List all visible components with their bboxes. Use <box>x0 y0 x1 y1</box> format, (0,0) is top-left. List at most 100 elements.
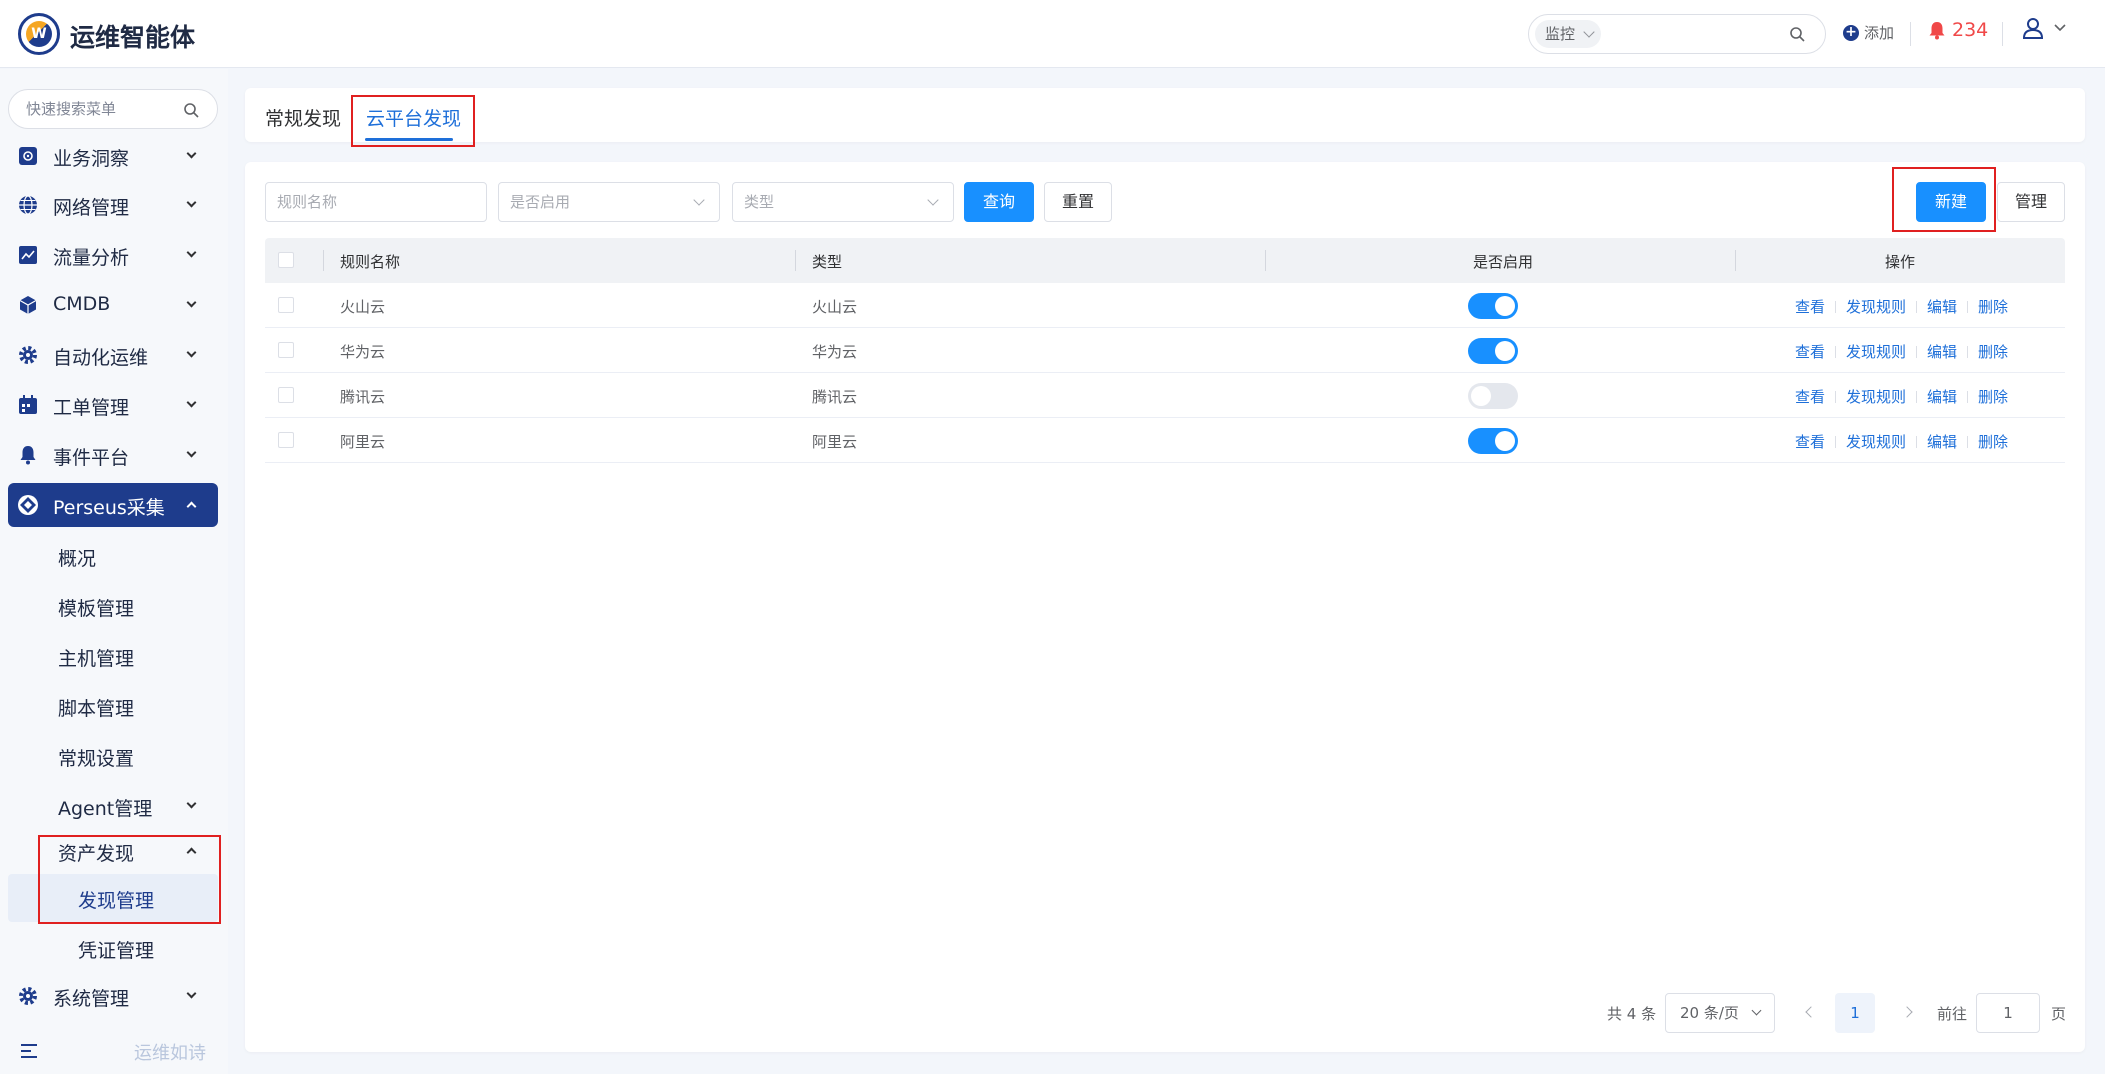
page-size-select[interactable]: 20 条/页 <box>1665 993 1775 1033</box>
action-separator <box>1916 390 1918 403</box>
sub-item-credentials[interactable]: 凭证管理 <box>8 924 218 972</box>
search-icon[interactable] <box>1789 26 1805 42</box>
action-separator <box>1835 300 1837 313</box>
sidebar: 业务洞察 网络管理 流量分析 CMDB 自动化运维 工单管理 事件平台 Pers… <box>0 69 228 1074</box>
nav-item-events[interactable]: 事件平台 <box>8 433 218 477</box>
sidebar-slogan: 运维如诗 <box>134 1043 206 1064</box>
edit-link[interactable]: 编辑 <box>1927 386 1957 407</box>
row-actions: 查看 发现规则 编辑 删除 <box>1795 386 2008 407</box>
total-count: 共 4 条 <box>1607 1005 1657 1023</box>
logo-mark: W <box>26 21 52 47</box>
enabled-toggle[interactable] <box>1468 338 1518 364</box>
collapse-menu-icon[interactable] <box>20 1043 38 1059</box>
sub-label: 凭证管理 <box>78 940 155 962</box>
sub-item-agent[interactable]: Agent管理 <box>8 784 218 828</box>
nav-label: 自动化运维 <box>53 347 149 369</box>
enabled-toggle[interactable] <box>1468 383 1518 409</box>
top-header: W 运维智能体 监控 + 添加 234 <box>0 0 2105 68</box>
sub-item-templates[interactable]: 模板管理 <box>8 584 218 628</box>
add-button[interactable]: + 添加 <box>1843 22 1894 43</box>
app-title: 运维智能体 <box>70 23 196 52</box>
view-link[interactable]: 查看 <box>1795 431 1825 452</box>
chevron-down-icon <box>693 194 705 206</box>
discovery-rule-link[interactable]: 发现规则 <box>1846 341 1906 362</box>
sub-item-overview[interactable]: 概况 <box>8 534 218 578</box>
gear-icon <box>19 987 37 1005</box>
sub-label: 主机管理 <box>58 648 135 670</box>
edit-link[interactable]: 编辑 <box>1927 341 1957 362</box>
nav-item-business-insight[interactable]: 业务洞察 <box>8 134 218 178</box>
search-scope-label: 监控 <box>1545 25 1576 43</box>
toggle-knob <box>1495 431 1515 451</box>
page-number[interactable]: 1 <box>1835 993 1875 1033</box>
discovery-rule-link[interactable]: 发现规则 <box>1846 386 1906 407</box>
chevron-down-icon <box>1751 1005 1762 1016</box>
gear-icon <box>19 346 37 364</box>
edit-link[interactable]: 编辑 <box>1927 296 1957 317</box>
discovery-rule-link[interactable]: 发现规则 <box>1846 296 1906 317</box>
search-scope-select[interactable]: 监控 <box>1535 20 1602 48</box>
globe-icon <box>19 195 37 215</box>
discovery-rule-link[interactable]: 发现规则 <box>1846 431 1906 452</box>
nav-item-cmdb[interactable]: CMDB <box>8 283 218 327</box>
menu-search-input[interactable] <box>26 90 186 128</box>
sub-item-scripts[interactable]: 脚本管理 <box>8 684 218 728</box>
user-menu[interactable] <box>2022 17 2066 39</box>
calendar-icon <box>19 395 37 414</box>
search-icon[interactable] <box>183 102 199 118</box>
view-link[interactable]: 查看 <box>1795 386 1825 407</box>
nav-item-automation[interactable]: 自动化运维 <box>8 333 218 377</box>
action-separator <box>1967 390 1969 403</box>
tab-regular-discovery[interactable]: 常规发现 <box>265 104 341 131</box>
toggle-knob <box>1495 341 1515 361</box>
enabled-select-placeholder: 是否启用 <box>510 193 571 211</box>
delete-link[interactable]: 删除 <box>1978 386 2008 407</box>
global-search[interactable]: 监控 <box>1528 14 1826 54</box>
nav-label: 事件平台 <box>53 447 130 469</box>
delete-link[interactable]: 删除 <box>1978 296 2008 317</box>
sub-item-settings[interactable]: 常规设置 <box>8 734 218 778</box>
delete-link[interactable]: 删除 <box>1978 341 2008 362</box>
select-all-checkbox[interactable] <box>278 252 294 268</box>
alarm-indicator[interactable]: 234 <box>1928 19 1988 41</box>
app-logo[interactable]: W <box>18 13 60 55</box>
alarm-count: 234 <box>1952 19 1989 41</box>
nav-item-system[interactable]: 系统管理 <box>8 974 218 1018</box>
perseus-icon <box>18 495 38 515</box>
nav-item-tickets[interactable]: 工单管理 <box>8 383 218 427</box>
action-separator <box>1835 390 1837 403</box>
reset-button[interactable]: 重置 <box>1044 182 1112 222</box>
nav-item-network[interactable]: 网络管理 <box>8 183 218 227</box>
rule-name-cell: 火山云 <box>340 298 386 316</box>
sub-item-hosts[interactable]: 主机管理 <box>8 634 218 678</box>
next-page-icon[interactable] <box>1901 1006 1913 1018</box>
type-select[interactable]: 类型 <box>732 182 954 222</box>
user-icon <box>2022 18 2044 39</box>
row-checkbox[interactable] <box>278 387 294 403</box>
delete-link[interactable]: 删除 <box>1978 431 2008 452</box>
action-separator <box>1967 300 1969 313</box>
row-actions: 查看 发现规则 编辑 删除 <box>1795 296 2008 317</box>
toggle-knob <box>1471 386 1491 406</box>
nav-item-perseus[interactable]: Perseus采集 <box>8 483 218 527</box>
nav-item-traffic[interactable]: 流量分析 <box>8 233 218 277</box>
menu-search[interactable] <box>8 89 218 129</box>
row-checkbox[interactable] <box>278 297 294 313</box>
table-row: 阿里云 阿里云 查看 发现规则 编辑 删除 <box>265 418 2065 463</box>
enabled-select[interactable]: 是否启用 <box>498 182 720 222</box>
sub-label: Agent管理 <box>58 798 153 820</box>
row-checkbox[interactable] <box>278 342 294 358</box>
view-link[interactable]: 查看 <box>1795 296 1825 317</box>
row-checkbox[interactable] <box>278 432 294 448</box>
enabled-toggle[interactable] <box>1468 428 1518 454</box>
query-button[interactable]: 查询 <box>964 182 1034 222</box>
enabled-toggle[interactable] <box>1468 293 1518 319</box>
manage-button[interactable]: 管理 <box>1997 182 2065 222</box>
page-suffix: 页 <box>2051 1005 2067 1023</box>
prev-page-icon[interactable] <box>1805 1006 1817 1018</box>
edit-link[interactable]: 编辑 <box>1927 431 1957 452</box>
view-link[interactable]: 查看 <box>1795 341 1825 362</box>
rule-name-input[interactable]: 规则名称 <box>265 182 487 222</box>
goto-page-input[interactable]: 1 <box>1976 993 2040 1033</box>
cube-icon <box>19 296 37 314</box>
